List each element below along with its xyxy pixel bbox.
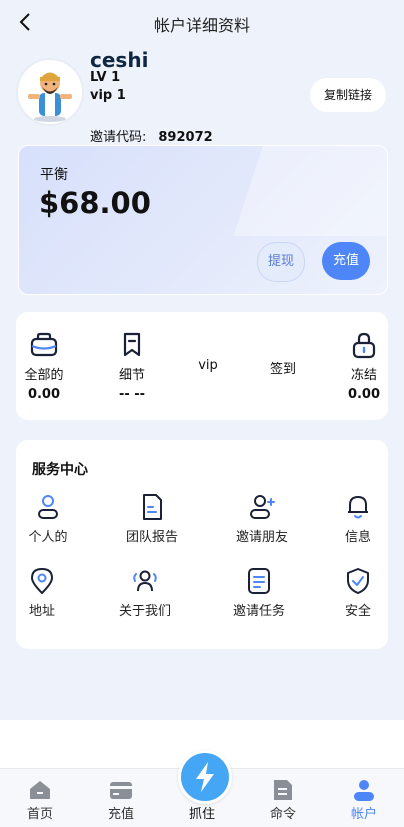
username: ceshi [90, 48, 149, 72]
copy-link-button[interactable]: 复制链接 [310, 78, 386, 112]
service-invite-friends[interactable]: 邀请朋友 [222, 492, 302, 545]
service-address[interactable]: 地址 [2, 566, 82, 619]
stat-details[interactable]: 细节 -- -- [112, 330, 152, 402]
stat-checkin-label: 签到 [269, 362, 296, 377]
service-invite-friends-label: 邀请朋友 [235, 530, 288, 545]
lock-icon [352, 332, 376, 359]
bell-icon [348, 496, 368, 519]
stat-frozen-value: 0.00 [347, 387, 381, 402]
service-team-report-label: 团队报告 [125, 530, 178, 545]
stat-all[interactable]: 全部的 0.00 [24, 330, 64, 402]
service-messages-label: 信息 [344, 530, 371, 545]
service-about-us[interactable]: 关于我们 [105, 566, 185, 619]
tab-orders[interactable]: 命令 [248, 769, 318, 822]
service-about-us-label: 关于我们 [118, 604, 171, 619]
bookmark-icon [123, 332, 141, 357]
vip-label: vip 1 [90, 88, 126, 103]
invite-code-value: 892072 [158, 130, 213, 145]
stat-vip[interactable]: vip [188, 358, 228, 373]
order-document-icon [274, 780, 292, 800]
shield-check-icon [347, 568, 369, 594]
service-team-report[interactable]: 团队报告 [112, 492, 192, 545]
stat-frozen-label: 冻结 [350, 368, 377, 383]
avatar [16, 58, 84, 126]
card-decoration [233, 146, 387, 236]
stat-vip-label: vip [198, 358, 218, 373]
stat-details-label: 细节 [118, 368, 145, 383]
service-invite-tasks[interactable]: 邀请任务 [219, 566, 299, 619]
header: 帐户详细资料 [0, 0, 404, 44]
balance-label: 平衡 [40, 167, 68, 183]
location-icon [31, 568, 53, 594]
card-icon [110, 782, 132, 799]
service-security-label: 安全 [344, 604, 371, 619]
tab-grab-label: 抓住 [188, 807, 215, 822]
task-list-icon [248, 568, 270, 594]
tab-account[interactable]: 帐户 [329, 769, 399, 822]
service-personal-label: 个人的 [28, 530, 68, 545]
home-icon [30, 781, 50, 799]
stat-details-value: -- -- [118, 387, 146, 402]
tab-home-label: 首页 [26, 807, 53, 822]
recharge-button[interactable]: 充值 [322, 242, 370, 280]
tab-recharge[interactable]: 充值 [86, 769, 156, 822]
lightning-icon [196, 762, 214, 792]
invite-code-label: 邀请代码: [90, 130, 147, 145]
balance-card: 平衡 $68.00 提现 充值 [18, 145, 388, 295]
stat-all-value: 0.00 [27, 387, 61, 402]
tab-home[interactable]: 首页 [5, 769, 75, 822]
stat-all-label: 全部的 [24, 368, 64, 383]
service-invite-tasks-label: 邀请任务 [232, 604, 285, 619]
service-security[interactable]: 安全 [318, 566, 398, 619]
service-messages[interactable]: 信息 [318, 492, 398, 545]
account-icon [354, 780, 374, 801]
withdraw-button[interactable]: 提现 [257, 242, 305, 282]
tab-recharge-label: 充值 [107, 807, 134, 822]
stat-frozen[interactable]: 冻结 0.00 [344, 330, 384, 402]
invite-code-row: 邀请代码: 892072 [90, 126, 213, 145]
service-center: 服务中心 个人的 团队报告 邀请朋友 信息 地址 关于我们 邀请任务 安全 [16, 440, 388, 649]
document-icon [143, 494, 162, 520]
service-address-label: 地址 [28, 604, 55, 619]
wallet-icon [30, 332, 58, 357]
service-center-title: 服务中心 [32, 462, 88, 478]
level-label: LV 1 [90, 70, 121, 85]
service-personal[interactable]: 个人的 [8, 492, 88, 545]
group-icon [133, 570, 157, 592]
balance-amount: $68.00 [39, 186, 151, 220]
stats-card: 全部的 0.00 细节 -- -- vip 签到 冻结 0.00 [16, 312, 388, 420]
grab-button[interactable] [178, 750, 232, 804]
stat-checkin[interactable]: 签到 [263, 358, 303, 377]
person-icon [38, 495, 58, 519]
tab-orders-label: 命令 [269, 807, 296, 822]
page-title: 帐户详细资料 [153, 16, 250, 35]
add-user-icon [250, 495, 275, 519]
tab-account-label: 帐户 [350, 807, 377, 822]
